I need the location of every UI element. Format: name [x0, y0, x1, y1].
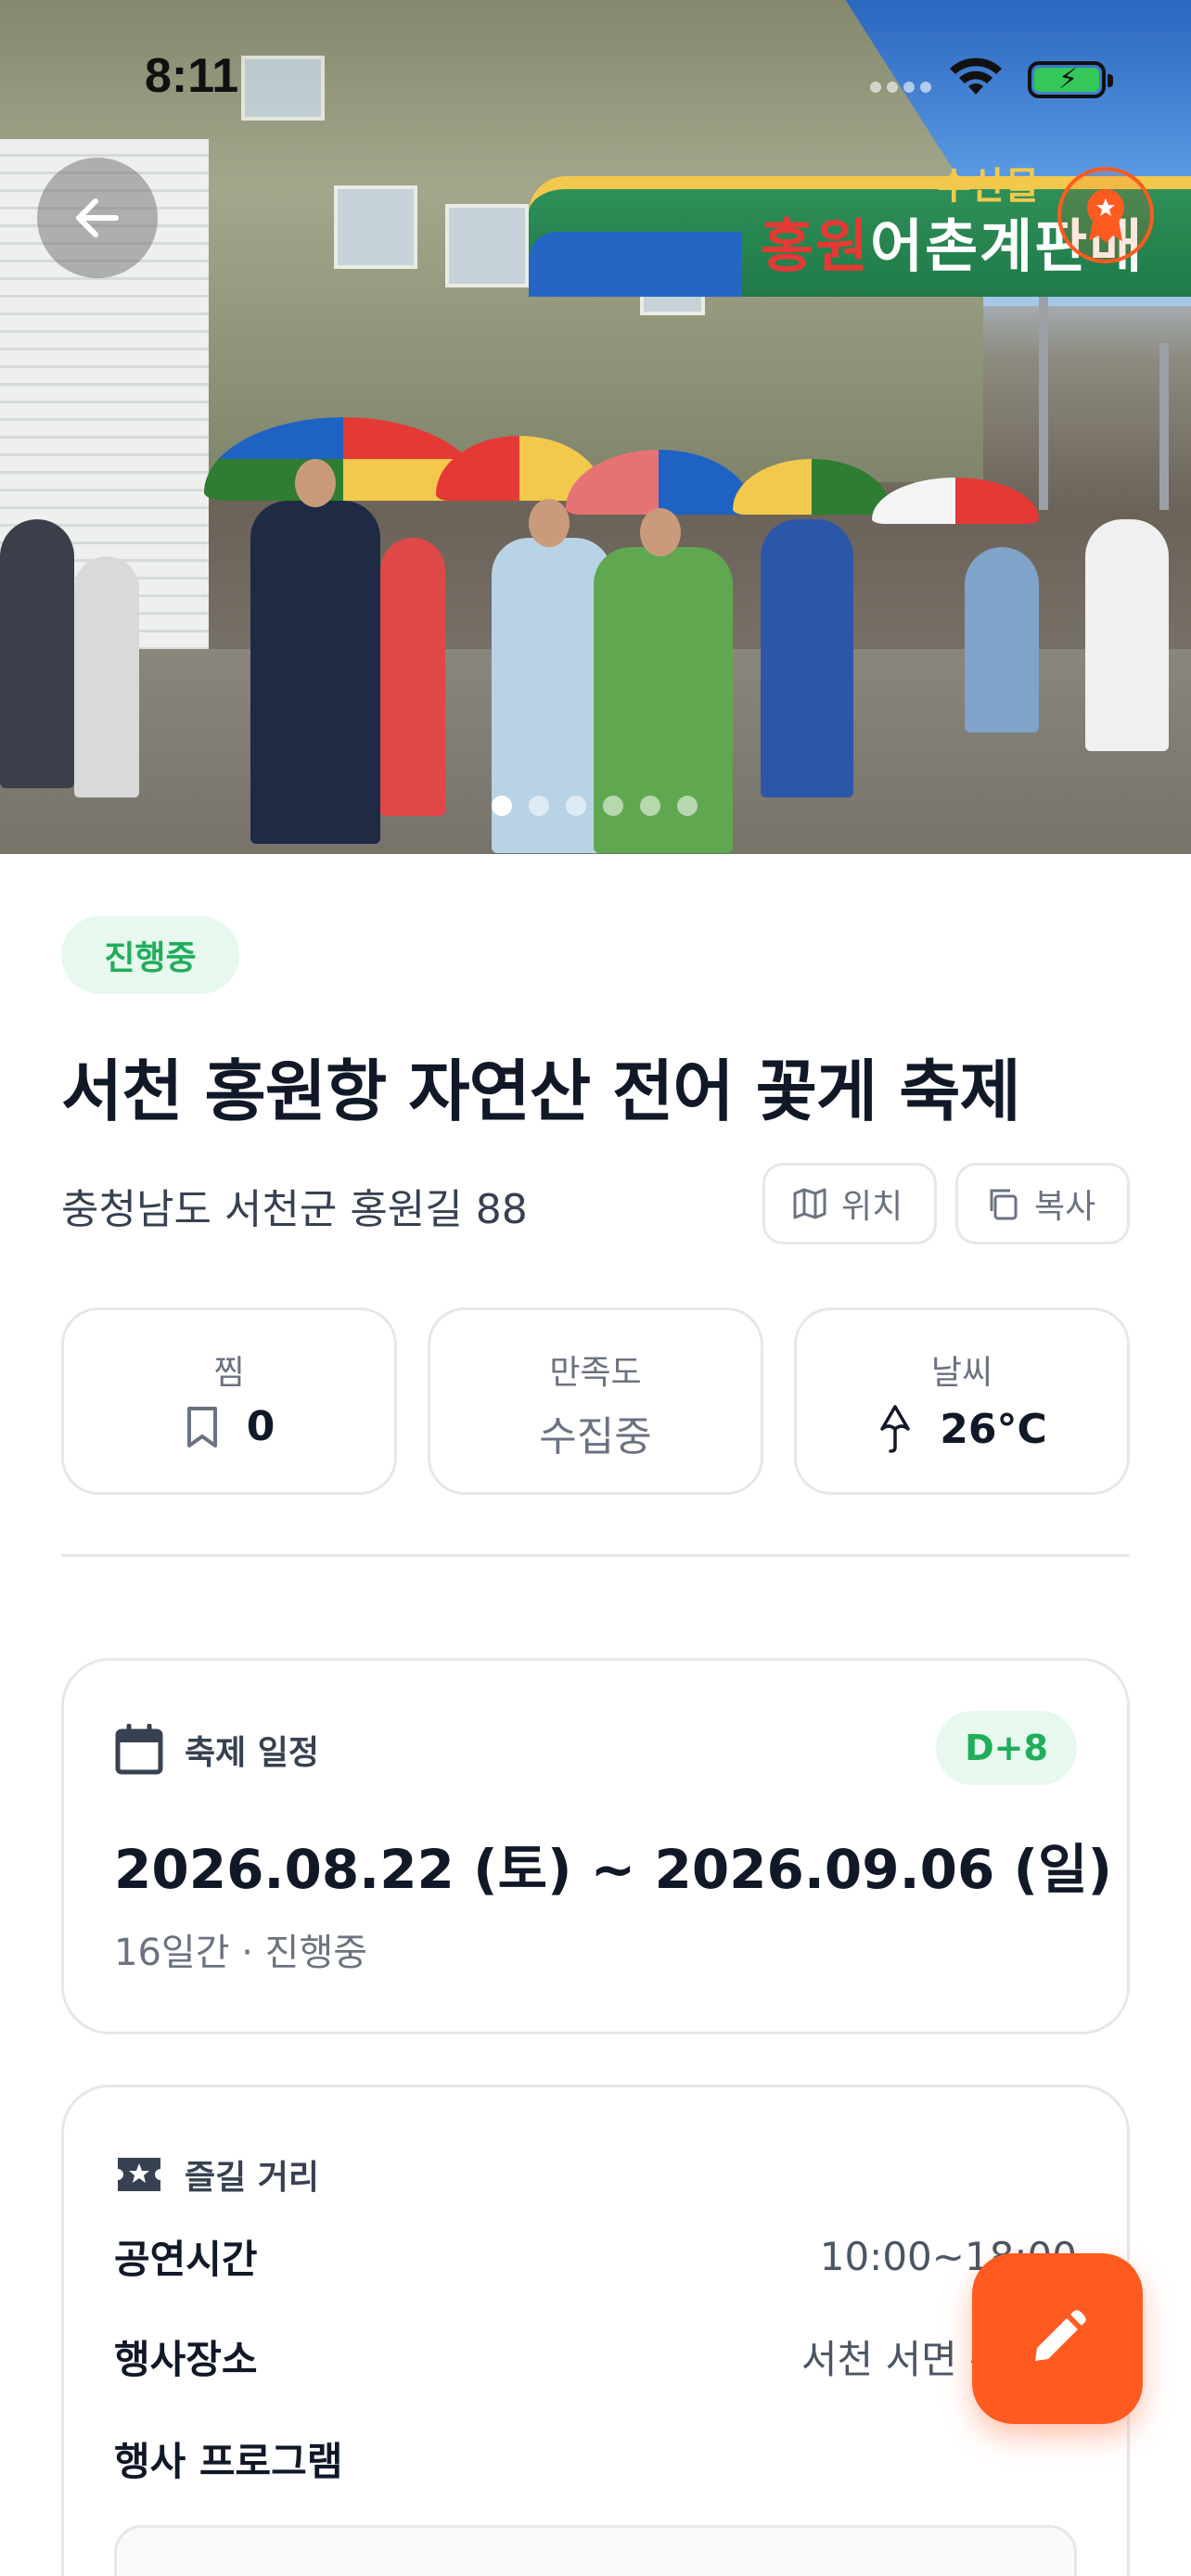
satisfaction-stat-value: 수집중: [539, 1413, 652, 1460]
umbrella-icon: [880, 1405, 910, 1453]
carousel-dot[interactable]: [529, 796, 549, 816]
calendar-icon: [115, 1724, 163, 1775]
hero-person: [965, 547, 1039, 733]
schedule-period: 2026.08.22 (토) ~ 2026.09.06 (일): [114, 1838, 1112, 1901]
carousel-dot[interactable]: [640, 796, 660, 816]
location-button[interactable]: 위치: [762, 1163, 937, 1244]
hero-person: [0, 519, 74, 788]
venue-row: 행사장소 서천 서면 홍원항: [114, 2328, 1077, 2385]
hero-arch-blue: [529, 232, 742, 297]
hero-arch-sign-red: 홍원: [761, 212, 871, 280]
hero-person: [761, 519, 853, 797]
back-button[interactable]: [37, 158, 158, 278]
write-review-fab[interactable]: [972, 2253, 1143, 2424]
hero-pole: [1159, 343, 1169, 510]
schedule-heading: 축제 일정: [185, 1734, 320, 1772]
festival-address: 충청남도 서천군 홍원길 88: [61, 1186, 528, 1233]
copy-icon: [990, 1189, 1018, 1220]
hero-person-head: [295, 459, 336, 507]
wifi-icon: [950, 57, 1002, 95]
hero-umbrella: [872, 478, 1039, 524]
hero-person: [1085, 519, 1169, 751]
weather-stat-card: 날씨 26°C: [794, 1307, 1130, 1495]
venue-key: 행사장소: [114, 2337, 258, 2382]
carousel-indicator[interactable]: [492, 796, 698, 816]
hero-pole: [1039, 278, 1048, 510]
festival-title: 서천 홍원항 자연산 전어 꽃게 축제: [61, 1052, 1021, 1130]
weather-stat-label: 날씨: [930, 1354, 993, 1392]
performance-time-row: 공연시간 10:00~18:00: [114, 2228, 1077, 2285]
program-label: 행사 프로그램: [114, 2439, 343, 2484]
attractions-heading: 즐길 거리: [185, 2159, 320, 2197]
carousel-dot[interactable]: [677, 796, 698, 816]
battery-icon: ⚡: [1028, 61, 1113, 98]
satisfaction-stat-label: 만족도: [549, 1354, 642, 1392]
hero-person: [380, 538, 445, 816]
weather-stat-value: 26°C: [940, 1405, 1047, 1453]
status-time: 8:11: [145, 49, 239, 103]
pencil-icon: [1035, 2310, 1086, 2361]
carousel-dot[interactable]: [566, 796, 586, 816]
satisfaction-stat-card: 만족도 수집중: [428, 1307, 763, 1495]
festival-status-badge: 진행중: [61, 916, 239, 994]
schedule-card: 축제 일정 D+8 2026.08.22 (토) ~ 2026.09.06 (일…: [61, 1658, 1130, 2034]
ticket-star-icon: [118, 2158, 160, 2191]
carousel-dot[interactable]: [603, 796, 623, 816]
copy-button-label: 복사: [1034, 1188, 1096, 1226]
carousel-dot-active[interactable]: [492, 796, 512, 816]
hero-person-head: [529, 499, 570, 547]
hero-person: [250, 501, 380, 844]
likes-stat-card[interactable]: 찜 0: [61, 1307, 397, 1495]
schedule-summary: 16일간 · 진행중: [114, 1932, 368, 1974]
award-ribbon-icon: [1087, 189, 1124, 243]
arrow-left-icon: [76, 198, 119, 237]
hero-image[interactable]: 홍원어촌계판매 수산물: [0, 0, 1191, 854]
hero-person: [74, 556, 139, 797]
dday-badge: D+8: [936, 1711, 1077, 1785]
likes-stat-label: 찜: [213, 1354, 245, 1392]
location-button-label: 위치: [841, 1188, 903, 1226]
program-content-box: [114, 2525, 1077, 2576]
likes-stat-value: 0: [246, 1403, 275, 1450]
hero-window: [445, 204, 529, 287]
performance-time-key: 공연시간: [114, 2237, 258, 2282]
program-row: 행사 프로그램: [114, 2430, 1077, 2487]
section-divider: [61, 1554, 1130, 1557]
cellular-signal-icon: [870, 82, 931, 93]
attractions-card: 즐길 거리 공연시간 10:00~18:00 행사장소 서천 서면 홍원항 행사…: [61, 2085, 1130, 2576]
award-badge-button[interactable]: [1057, 167, 1154, 263]
hero-window: [334, 185, 417, 269]
map-icon: [793, 1188, 826, 1219]
hero-person-head: [640, 508, 681, 556]
copy-address-button[interactable]: 복사: [955, 1163, 1130, 1244]
bookmark-icon: [186, 1406, 217, 1447]
